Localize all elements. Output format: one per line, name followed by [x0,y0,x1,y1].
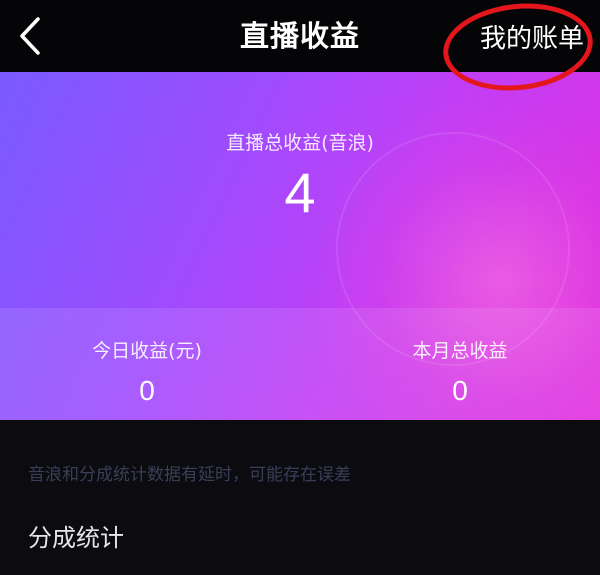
back-button[interactable] [10,12,50,60]
month-earnings-value: 0 [452,375,468,406]
earnings-card: 直播总收益(音浪) 4 今日收益(元) 0 本月总收益 0 [0,72,600,420]
my-bill-link[interactable]: 我的账单 [480,18,584,55]
total-earnings-value: 4 [284,161,316,224]
nav-header: 直播收益 我的账单 [0,0,600,72]
month-earnings-stat[interactable]: 本月总收益 0 [340,336,580,407]
today-earnings-stat[interactable]: 今日收益(元) 0 [27,336,267,407]
chevron-left-icon [20,17,40,55]
today-earnings-label: 今日收益(元) [92,340,202,362]
today-earnings-value: 0 [139,375,155,406]
revenue-share-section-title[interactable]: 分成统计 [28,518,124,553]
data-delay-notice: 音浪和分成统计数据有延时，可能存在误差 [28,465,351,485]
live-earnings-screen: 直播收益 我的账单 直播总收益(音浪) 4 今日收益(元) 0 本月总收益 0 … [0,0,600,575]
month-earnings-label: 本月总收益 [412,340,508,362]
total-earnings-label: 直播总收益(音浪) [226,132,374,154]
